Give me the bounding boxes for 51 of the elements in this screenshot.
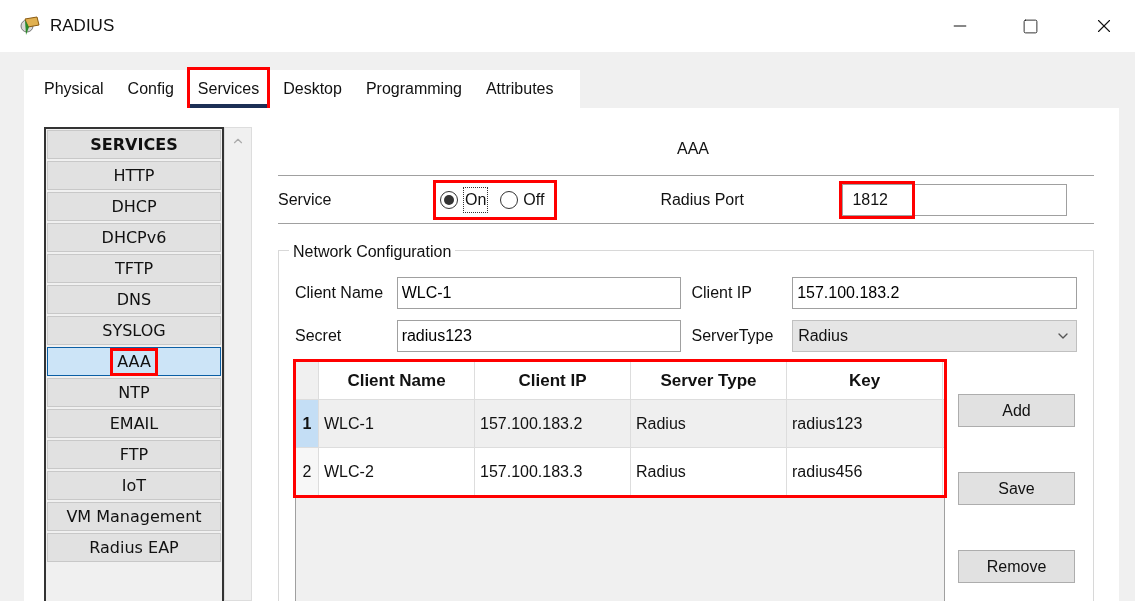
list-heading: SERVICES bbox=[47, 130, 221, 159]
secret-field[interactable]: radius123 bbox=[396, 320, 681, 352]
service-item[interactable]: SYSLOG bbox=[47, 316, 221, 345]
table-row[interactable]: 1 WLC-1 157.100.183.2 Radius radius123 bbox=[296, 399, 944, 447]
field-label: Radius Port bbox=[660, 189, 745, 210]
service-item[interactable]: AAA bbox=[47, 347, 221, 376]
service-item[interactable]: VM Management bbox=[47, 502, 221, 531]
field-label: ServerType bbox=[691, 326, 775, 346]
server-type-dropdown[interactable]: Radius bbox=[792, 320, 1077, 352]
row-number: 1 bbox=[296, 400, 319, 447]
service-item[interactable]: Radius EAP bbox=[47, 533, 221, 562]
tab[interactable]: Config bbox=[119, 70, 182, 108]
service-item[interactable]: TFTP bbox=[47, 254, 221, 283]
service-item[interactable]: DNS bbox=[47, 285, 221, 314]
radio-label: Off bbox=[523, 189, 545, 210]
tab[interactable]: Attributes bbox=[477, 70, 562, 108]
service-item[interactable]: FTP bbox=[47, 440, 221, 469]
table-cell: radius456 bbox=[787, 448, 943, 495]
service-item[interactable]: DHCP bbox=[47, 192, 221, 221]
table-row[interactable]: 2 WLC-2 157.100.183.3 Radius radius456 bbox=[296, 447, 944, 495]
action-button[interactable]: Remove bbox=[958, 550, 1075, 583]
field-label: Client IP bbox=[691, 283, 753, 303]
table-cell: WLC-2 bbox=[319, 448, 475, 495]
radio-label: On bbox=[463, 186, 489, 213]
row-number: 2 bbox=[296, 448, 319, 495]
service-item[interactable]: EMAIL bbox=[47, 409, 221, 438]
maximize-icon[interactable] bbox=[1022, 17, 1039, 35]
action-button[interactable]: Save bbox=[958, 472, 1075, 505]
service-item[interactable]: NTP bbox=[47, 378, 221, 407]
app-icon bbox=[20, 15, 42, 37]
service-item[interactable]: DHCPv6 bbox=[47, 223, 221, 252]
tab[interactable]: Desktop bbox=[275, 70, 350, 108]
field-label: Client Name bbox=[295, 283, 385, 303]
header-corner-cell bbox=[296, 362, 319, 399]
scrollbar[interactable] bbox=[224, 127, 252, 601]
panel-title: AAA bbox=[676, 139, 710, 159]
client-name-field[interactable]: WLC-1 bbox=[396, 277, 681, 309]
radio-button[interactable] bbox=[440, 190, 458, 209]
table-cell: 157.100.183.3 bbox=[475, 448, 631, 495]
table-cell: Radius bbox=[631, 448, 787, 495]
window-title: RADIUS bbox=[50, 15, 115, 38]
field-label: Secret bbox=[295, 326, 343, 346]
service-item[interactable]: HTTP bbox=[47, 161, 221, 190]
radio-button[interactable] bbox=[500, 190, 519, 209]
port-field[interactable]: 1812 bbox=[842, 183, 1068, 216]
action-button[interactable]: Add bbox=[958, 394, 1075, 427]
field-label: Service bbox=[278, 189, 333, 210]
client-ip-field[interactable]: 157.100.183.2 bbox=[792, 277, 1077, 309]
service-item[interactable]: IoT bbox=[47, 471, 221, 500]
tab[interactable]: Programming bbox=[357, 70, 470, 108]
tab[interactable]: Physical bbox=[36, 70, 112, 108]
